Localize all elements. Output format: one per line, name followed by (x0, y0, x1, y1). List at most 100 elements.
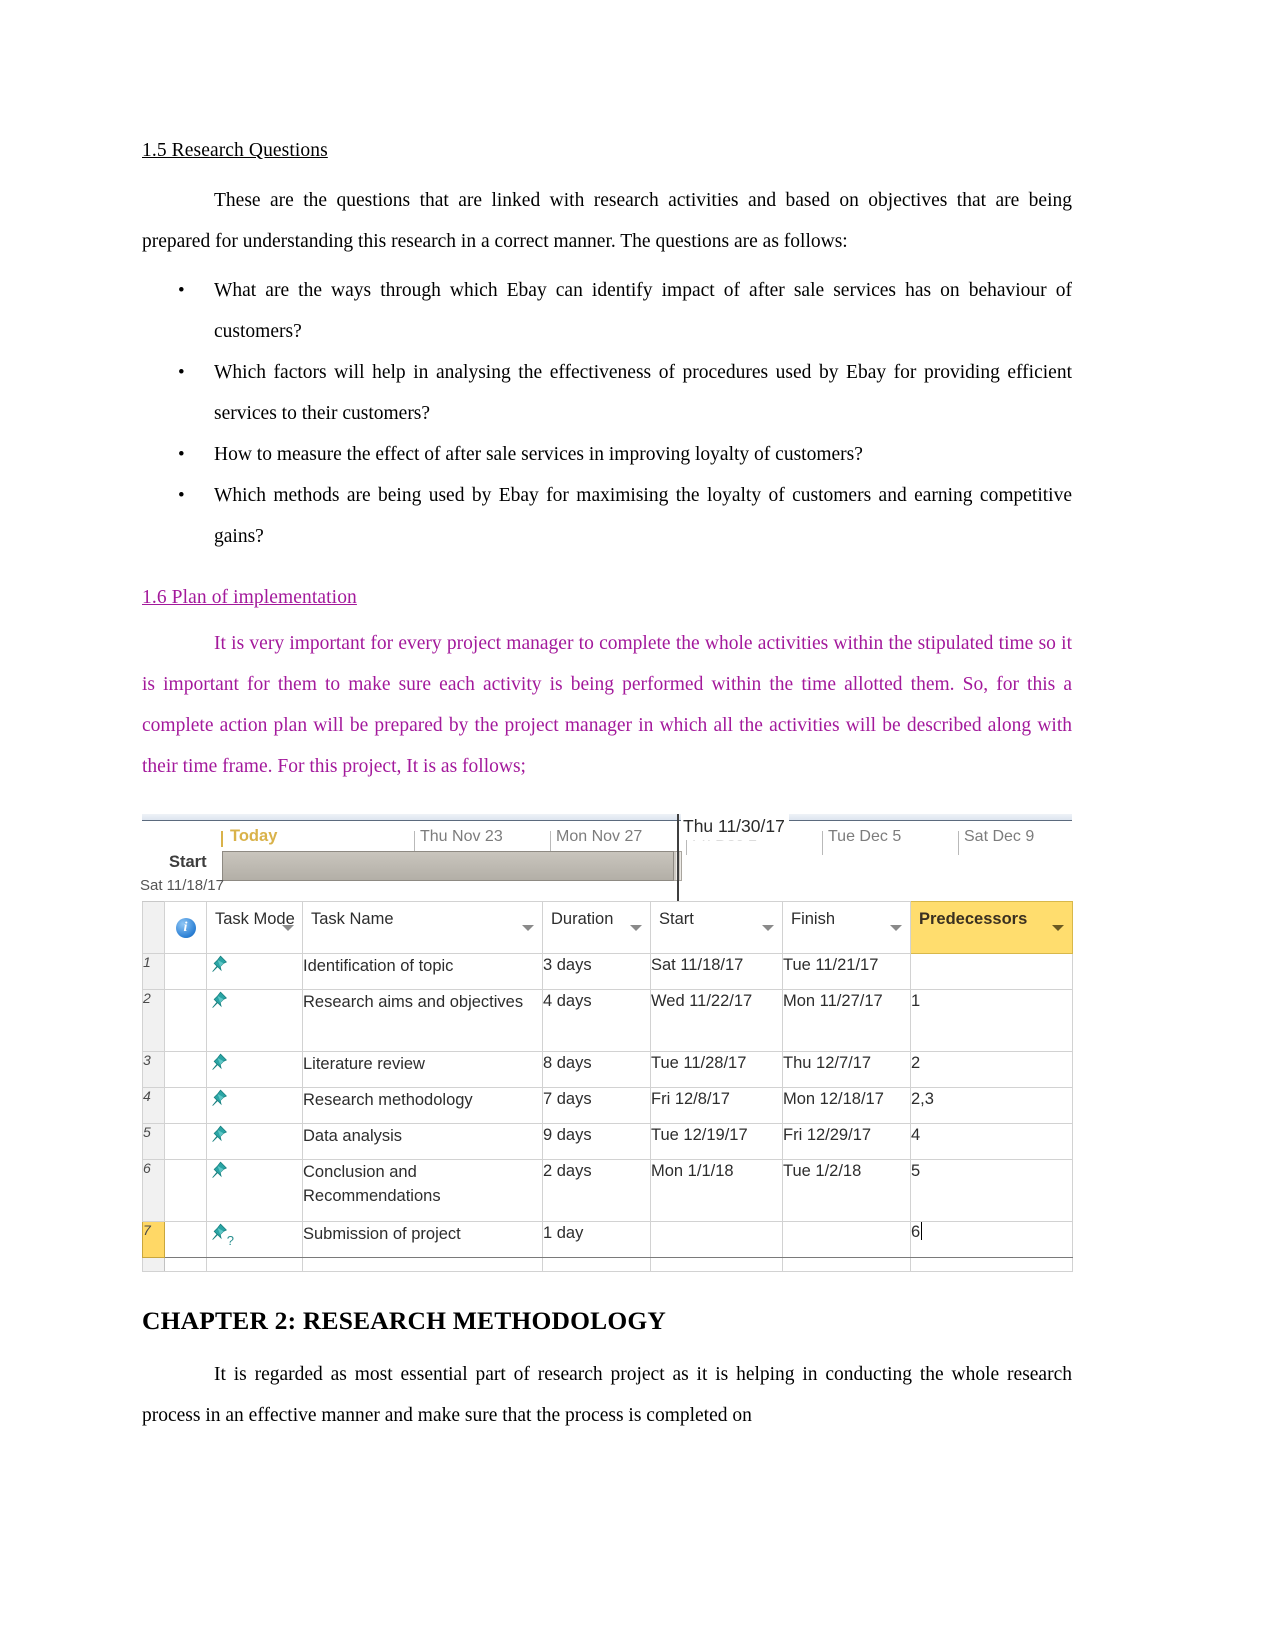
row-start[interactable] (650, 1221, 783, 1258)
header-row-number (142, 901, 165, 954)
row-indicator[interactable] (164, 1051, 207, 1088)
row-task-name[interactable]: Conclusion and Recommendations (302, 1159, 543, 1222)
row-finish[interactable]: Mon 12/18/17 (782, 1087, 911, 1124)
row-predecessors[interactable]: 2 (910, 1051, 1073, 1088)
row-duration[interactable]: 2 days (542, 1159, 651, 1222)
row-finish[interactable]: Thu 12/7/17 (782, 1051, 911, 1088)
row-duration[interactable]: 9 days (542, 1123, 651, 1160)
section-heading-1-6: 1.6 Plan of implementation (142, 587, 357, 608)
row-duration[interactable]: 1 day (542, 1221, 651, 1258)
table-row[interactable]: 3 Literature review 8 days Tue 11/28/17 (142, 1051, 1073, 1088)
row-start[interactable]: Fri 12/8/17 (650, 1087, 783, 1124)
pushpin-icon (207, 954, 229, 976)
table-row-selected[interactable]: 7 ? Submission of project 1 day 6 (142, 1221, 1073, 1258)
row-task-name[interactable]: Research methodology (302, 1087, 543, 1124)
row-number[interactable]: 2 (142, 989, 165, 1052)
research-questions-list: • What are the ways through which Ebay c… (142, 270, 1072, 557)
row-finish[interactable]: Mon 11/27/17 (782, 989, 911, 1052)
header-predecessors[interactable]: Predecessors (910, 901, 1073, 954)
pushpin-question-icon: ? (207, 1222, 234, 1248)
row-task-name[interactable]: Data analysis (302, 1123, 543, 1160)
question-text: What are the ways through which Ebay can… (214, 280, 1072, 342)
row-start[interactable]: Mon 1/1/18 (650, 1159, 783, 1222)
row-predecessors[interactable]: 1 (910, 989, 1073, 1052)
chevron-down-icon[interactable] (762, 925, 774, 931)
row-finish[interactable]: Tue 1/2/18 (782, 1159, 911, 1222)
gantt-timeline: Today Thu Nov 23 Mon Nov 27 Fri Dec 1 Tu… (140, 809, 1072, 901)
predecessors-value: 6 (911, 1223, 921, 1241)
table-row[interactable]: 5 Data analysis 9 days Tue 12/19/17 Fri … (142, 1123, 1073, 1160)
list-item: • How to measure the effect of after sal… (142, 434, 1072, 475)
header-indicators[interactable]: i (164, 901, 207, 954)
row-task-mode[interactable] (206, 1123, 303, 1160)
document-page: 1.5 Research Questions These are the que… (140, 0, 1073, 1436)
row-indicator[interactable] (164, 953, 207, 990)
predecessors-edit-cell[interactable]: 6 (910, 1221, 1073, 1258)
question-text: Which methods are being used by Ebay for… (214, 485, 1072, 547)
row-start[interactable]: Wed 11/22/17 (650, 989, 783, 1052)
row-task-name[interactable]: Submission of project (302, 1221, 543, 1258)
header-task-mode[interactable]: Task Mode (206, 901, 303, 954)
row-duration[interactable]: 7 days (542, 1087, 651, 1124)
row-predecessors[interactable]: 2,3 (910, 1087, 1073, 1124)
table-row[interactable]: 6 Conclusion and Recommendations 2 days … (142, 1159, 1073, 1222)
row-indicator[interactable] (164, 1123, 207, 1160)
row-task-mode[interactable] (206, 1051, 303, 1088)
row-predecessors[interactable] (910, 953, 1073, 990)
timeline-date-tooltip: Thu 11/30/17 (681, 814, 789, 840)
row-finish[interactable]: Tue 11/21/17 (782, 953, 911, 990)
row-number[interactable]: 6 (142, 1159, 165, 1222)
table-row[interactable]: 2 Research aims and objectives 4 days We… (142, 989, 1073, 1052)
row-duration[interactable]: 8 days (542, 1051, 651, 1088)
row-task-name (302, 1257, 543, 1272)
timeline-tick-label: Tue Dec 5 (828, 828, 902, 845)
chevron-down-icon[interactable] (1052, 925, 1064, 931)
table-row[interactable]: 4 Research methodology 7 days Fri 12/8/1… (142, 1087, 1073, 1124)
table-row[interactable]: 1 Identification of topic 3 days Sat 11/… (142, 953, 1073, 990)
row-start[interactable]: Sat 11/18/17 (650, 953, 783, 990)
timeline-start-date: Sat 11/18/17 (140, 877, 224, 894)
section-1-6-paragraph: It is very important for every project m… (142, 633, 1072, 777)
row-task-mode[interactable] (206, 953, 303, 990)
pushpin-icon (207, 1124, 229, 1146)
row-finish[interactable]: Fri 12/29/17 (782, 1123, 911, 1160)
row-number[interactable]: 4 (142, 1087, 165, 1124)
row-finish (782, 1257, 911, 1272)
row-indicator[interactable] (164, 1087, 207, 1124)
row-number[interactable]: 3 (142, 1051, 165, 1088)
row-number[interactable]: 7 (142, 1221, 165, 1258)
list-item: • Which factors will help in analysing t… (142, 352, 1072, 434)
row-task-name[interactable]: Research aims and objectives (302, 989, 543, 1052)
row-number[interactable]: 1 (142, 953, 165, 990)
row-indicator[interactable] (164, 989, 207, 1052)
row-start[interactable]: Tue 12/19/17 (650, 1123, 783, 1160)
header-start[interactable]: Start (650, 901, 783, 954)
chevron-down-icon[interactable] (522, 925, 534, 931)
timeline-tick (958, 831, 959, 855)
row-finish[interactable] (782, 1221, 911, 1258)
row-indicator (164, 1257, 207, 1272)
row-task-name[interactable]: Identification of topic (302, 953, 543, 990)
row-number[interactable]: 5 (142, 1123, 165, 1160)
pushpin-icon (207, 1052, 229, 1074)
row-indicator[interactable] (164, 1221, 207, 1258)
row-task-mode[interactable]: ? (206, 1221, 303, 1258)
header-finish[interactable]: Finish (782, 901, 911, 954)
row-start[interactable]: Tue 11/28/17 (650, 1051, 783, 1088)
pushpin-icon (207, 1160, 229, 1182)
row-duration[interactable]: 3 days (542, 953, 651, 990)
chevron-down-icon[interactable] (282, 925, 294, 931)
row-task-mode (206, 1257, 303, 1272)
row-duration[interactable]: 4 days (542, 989, 651, 1052)
row-predecessors[interactable]: 5 (910, 1159, 1073, 1222)
chevron-down-icon[interactable] (630, 925, 642, 931)
header-task-name[interactable]: Task Name (302, 901, 543, 954)
chevron-down-icon[interactable] (890, 925, 902, 931)
row-indicator[interactable] (164, 1159, 207, 1222)
row-task-mode[interactable] (206, 1087, 303, 1124)
header-duration[interactable]: Duration (542, 901, 651, 954)
row-task-name[interactable]: Literature review (302, 1051, 543, 1088)
row-task-mode[interactable] (206, 1159, 303, 1222)
row-task-mode[interactable] (206, 989, 303, 1052)
row-predecessors[interactable]: 4 (910, 1123, 1073, 1160)
